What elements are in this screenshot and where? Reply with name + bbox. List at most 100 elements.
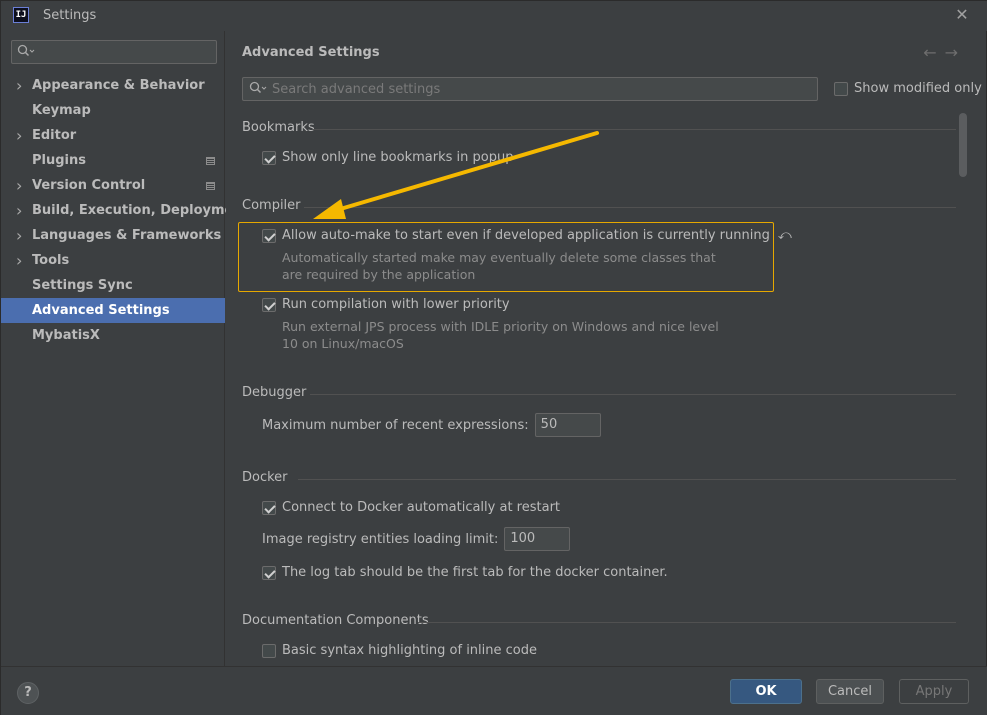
section-docker: Docker <box>242 470 956 485</box>
vertical-scrollbar[interactable] <box>959 113 967 177</box>
log-tab-first-checkbox[interactable] <box>262 565 276 580</box>
registry-limit-input[interactable]: 100 <box>504 527 571 551</box>
sidebar-item-label: Editor <box>32 128 77 143</box>
option-label: Show only line bookmarks in popup <box>282 150 514 165</box>
low-priority-description: Run external JPS process with IDLE prior… <box>282 318 719 352</box>
show-modified-only-label: Show modified only <box>854 81 982 96</box>
auto-make-checkbox[interactable] <box>262 228 276 243</box>
settings-nav-tree: › Appearance & Behavior Keymap › Editor Plugi… <box>1 73 249 348</box>
option-label: Basic syntax highlighting of inline code <box>282 643 537 658</box>
chevron-right-icon[interactable]: › <box>16 73 28 98</box>
settings-sidebar: › Appearance & Behavior Keymap › Editor Plugi… <box>1 31 249 666</box>
chevron-right-icon[interactable]: › <box>16 198 28 223</box>
description-line: are required by the application <box>282 267 476 282</box>
section-divider <box>312 129 956 130</box>
advanced-settings-search-input[interactable]: Search advanced settings <box>242 77 818 101</box>
cancel-button[interactable]: Cancel <box>816 679 884 704</box>
project-level-icon <box>206 157 215 165</box>
sidebar-item-label: Plugins <box>32 153 86 168</box>
description-line: Run external JPS process with IDLE prior… <box>282 319 719 334</box>
history-nav: ←→ <box>923 43 966 62</box>
auto-make-description: Automatically started make may eventuall… <box>282 249 716 283</box>
sidebar-item-label: Version Control <box>32 178 146 193</box>
sidebar-item-label: MybatisX <box>32 328 100 343</box>
sidebar-item-build-execution-deployment[interactable]: › Build, Execution, Deployment <box>1 198 249 223</box>
line-bookmarks-option[interactable]: Show only line bookmarks in popup <box>262 150 513 165</box>
ok-button[interactable]: OK <box>730 679 802 704</box>
sidebar-search-input[interactable] <box>11 40 217 64</box>
chevron-right-icon[interactable]: › <box>16 223 28 248</box>
chevron-right-icon[interactable]: › <box>16 248 28 273</box>
back-arrow-icon[interactable]: ← <box>923 43 944 62</box>
forward-arrow-icon[interactable]: → <box>945 43 966 62</box>
section-header: Bookmarks <box>242 120 315 135</box>
low-priority-option[interactable]: Run compilation with lower priority <box>262 297 510 312</box>
help-button[interactable]: ? <box>17 682 39 704</box>
section-header: Compiler <box>242 198 301 213</box>
option-label: Maximum number of recent expressions: <box>262 417 529 433</box>
show-modified-only-checkbox[interactable] <box>834 81 848 96</box>
option-label: Allow auto-make to start even if develop… <box>282 228 770 243</box>
sidebar-item-mybatisx[interactable]: MybatisX <box>1 323 225 348</box>
low-priority-checkbox[interactable] <box>262 297 276 312</box>
settings-dialog: IJ Settings ✕ › Appearance & Behavior Keym… <box>0 0 987 715</box>
section-bookmarks: Bookmarks <box>242 120 956 135</box>
section-debugger: Debugger <box>242 385 956 400</box>
section-compiler: Compiler <box>242 198 956 213</box>
reset-to-default-icon[interactable]: ⤺ <box>778 228 792 243</box>
description-line: 10 on Linux/macOS <box>282 336 404 351</box>
show-modified-only-option[interactable]: Show modified only <box>834 81 982 96</box>
sidebar-item-languages-frameworks[interactable]: › Languages & Frameworks <box>1 223 225 248</box>
recent-expressions-input[interactable]: 50 <box>534 413 601 437</box>
apply-button[interactable]: Apply <box>899 679 969 704</box>
sidebar-item-version-control[interactable]: › Version Control <box>1 173 225 198</box>
section-divider <box>304 207 956 208</box>
close-icon[interactable]: ✕ <box>952 5 972 25</box>
sidebar-item-label: Appearance & Behavior <box>32 78 205 93</box>
sidebar-item-label: Languages & Frameworks <box>32 228 222 243</box>
option-label: Run compilation with lower priority <box>282 297 510 312</box>
page-title: Advanced Settings <box>242 45 380 60</box>
sidebar-item-label: Keymap <box>32 103 91 118</box>
search-icon <box>249 81 267 98</box>
dialog-footer: ? OK Cancel Apply <box>1 666 987 715</box>
registry-limit-option: Image registry entities loading limit: 1… <box>262 527 571 551</box>
chevron-right-icon[interactable]: › <box>16 123 28 148</box>
window-title: Settings <box>43 8 97 23</box>
chevron-right-icon[interactable]: › <box>16 173 28 198</box>
option-label: Image registry entities loading limit: <box>262 531 499 547</box>
sidebar-item-editor[interactable]: › Editor <box>1 123 225 148</box>
option-label: Connect to Docker automatically at resta… <box>282 500 561 515</box>
docker-auto-connect-checkbox[interactable] <box>262 500 276 515</box>
option-label: The log tab should be the first tab for … <box>282 565 668 580</box>
syntax-highlighting-option[interactable]: Basic syntax highlighting of inline code <box>262 643 537 658</box>
sidebar-item-settings-sync[interactable]: Settings Sync <box>1 273 225 298</box>
recent-expressions-option: Maximum number of recent expressions: 50 <box>262 413 601 437</box>
project-level-icon <box>206 182 215 190</box>
section-header: Docker <box>242 470 288 485</box>
search-icon <box>17 44 37 60</box>
section-divider <box>418 622 956 623</box>
intellij-app-icon: IJ <box>13 7 29 23</box>
sidebar-item-label: Tools <box>32 253 70 268</box>
sidebar-item-label: Advanced Settings <box>32 303 170 318</box>
section-documentation: Documentation Components <box>242 613 956 628</box>
advanced-settings-panel: Advanced Settings ←→ Search advanced set… <box>226 31 986 666</box>
section-divider <box>310 394 956 395</box>
sidebar-item-tools[interactable]: › Tools <box>1 248 225 273</box>
line-bookmarks-checkbox[interactable] <box>262 150 276 165</box>
syntax-highlighting-checkbox[interactable] <box>262 643 276 658</box>
sidebar-item-appearance-behavior[interactable]: › Appearance & Behavior <box>1 73 225 98</box>
section-header: Debugger <box>242 385 307 400</box>
section-header: Documentation Components <box>242 613 429 628</box>
sidebar-item-advanced-settings[interactable]: Advanced Settings <box>1 298 225 323</box>
sidebar-item-label: Build, Execution, Deployment <box>32 203 249 218</box>
log-tab-first-option[interactable]: The log tab should be the first tab for … <box>262 565 668 580</box>
sidebar-item-plugins[interactable]: Plugins <box>1 148 225 173</box>
auto-make-option[interactable]: Allow auto-make to start even if develop… <box>262 228 792 243</box>
docker-auto-connect-option[interactable]: Connect to Docker automatically at resta… <box>262 500 560 515</box>
title-bar: IJ Settings ✕ <box>1 1 987 31</box>
sidebar-item-label: Settings Sync <box>32 278 133 293</box>
sidebar-item-keymap[interactable]: Keymap <box>1 98 225 123</box>
section-divider <box>298 479 956 480</box>
